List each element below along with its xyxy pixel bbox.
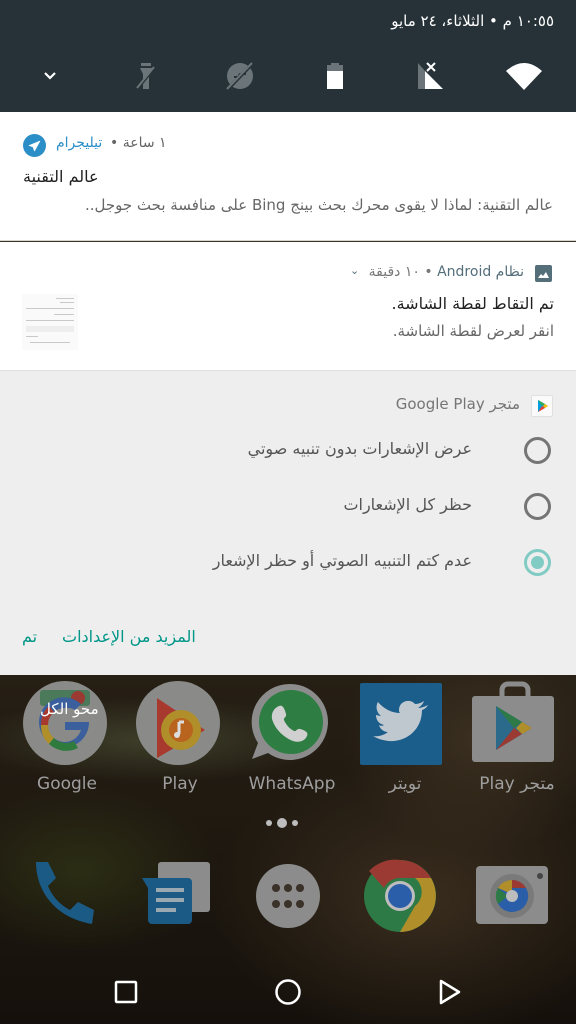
option-label: عرض الإشعارات بدون تنبيه صوتي: [247, 439, 472, 458]
notification-body: عالم التقنية: لماذا لا يقوى محرك بحث بين…: [84, 196, 553, 214]
wifi-icon: [506, 63, 542, 90]
radio-button[interactable]: [524, 437, 551, 464]
page-dot-current: [277, 818, 287, 828]
notification-time: ١ ساعة •: [110, 135, 167, 151]
page-dot: [292, 820, 298, 826]
dock: [0, 856, 576, 936]
more-settings-button[interactable]: المزيد من الإعدادات: [62, 627, 196, 646]
clear-all-button[interactable]: محو الكل: [40, 700, 99, 718]
app-label: تويتر: [388, 774, 422, 794]
app-label: متجر Play: [479, 774, 555, 794]
google-play-store-icon: [531, 395, 553, 417]
back-button[interactable]: [432, 974, 468, 1010]
rotation-off-icon: [225, 61, 255, 92]
notification-time: • ١٠ دقيقة: [368, 264, 433, 280]
app-play-store[interactable]: متجر Play: [452, 676, 562, 816]
app-play-music[interactable]: Play: [115, 676, 225, 816]
notification-header: نظام Android • ١٠ دقيقة: [369, 264, 524, 280]
back-triangle-icon: [439, 979, 461, 1005]
chrome-icon[interactable]: [360, 856, 440, 936]
notification-body: انقر لعرض لقطة الشاشة.: [392, 322, 554, 340]
navigation-bar: [0, 960, 576, 1024]
messages-icon[interactable]: [138, 856, 218, 936]
app-label: Google: [37, 774, 97, 794]
chevron-down-icon: [44, 72, 56, 80]
play-store-icon: [472, 681, 554, 762]
camera-icon[interactable]: [472, 856, 552, 936]
recents-button[interactable]: [108, 974, 144, 1010]
notification-app-name: نظام Android: [437, 264, 524, 280]
phone-icon[interactable]: [28, 856, 108, 936]
flashlight-off-icon: [135, 63, 157, 90]
whatsapp-icon: [251, 683, 328, 760]
app-label: WhatsApp: [248, 774, 336, 794]
telegram-icon: [23, 134, 46, 157]
date-time: ١٠:٥٥ م • الثلاثاء، ٢٤ مايو: [391, 12, 554, 30]
home-app-row: Google Play WhatsApp تويتر متجر Play: [0, 676, 576, 816]
play-music-icon: [136, 681, 220, 765]
notification-title: تم التقاط لقطة الشاشة.: [391, 294, 554, 313]
notification-screenshot[interactable]: نظام Android • ١٠ دقيقة ⌄ تم التقاط لقطة…: [0, 242, 576, 370]
option-dont-silence-or-block[interactable]: عدم كتم التنبيه الصوتي أو حظر الإشعار: [24, 543, 554, 583]
page-dot: [266, 820, 272, 826]
home-button[interactable]: [270, 974, 306, 1010]
quick-settings-header: ١٠:٥٥ م • الثلاثاء، ٢٤ مايو: [0, 0, 576, 112]
app-label: Play: [162, 774, 198, 794]
page-indicator: [266, 818, 298, 828]
circle-icon: [275, 979, 301, 1005]
square-icon: [114, 980, 138, 1004]
battery-icon: [327, 63, 343, 89]
option-block-all[interactable]: حظر كل الإشعارات: [24, 487, 554, 527]
flashlight-toggle[interactable]: [126, 54, 166, 98]
notification-blocking-panel: متجر Google Play عرض الإشعارات بدون تنبي…: [0, 370, 576, 675]
app-drawer-icon[interactable]: [248, 856, 328, 936]
google-icon: [23, 681, 107, 765]
expand-quick-settings-button[interactable]: [30, 54, 70, 98]
notification-title: عالم التقنية: [23, 167, 99, 186]
option-show-silently[interactable]: عرض الإشعارات بدون تنبيه صوتي: [24, 431, 554, 471]
screenshot-thumbnail[interactable]: [22, 294, 78, 350]
battery-tile[interactable]: [315, 54, 355, 98]
signal-no-sim-icon: [418, 62, 443, 89]
option-label: حظر كل الإشعارات: [343, 495, 472, 514]
notification-telegram[interactable]: تيليجرام ١ ساعة • عالم التقنية عالم التق…: [0, 112, 576, 241]
image-icon: [535, 265, 552, 282]
notification-app-name: تيليجرام: [56, 135, 103, 151]
option-label: عدم كتم التنبيه الصوتي أو حظر الإشعار: [212, 551, 472, 570]
expand-chevron-icon[interactable]: ⌄: [350, 264, 359, 277]
app-whatsapp[interactable]: WhatsApp: [227, 676, 337, 816]
radio-button[interactable]: [524, 493, 551, 520]
mobile-data-tile[interactable]: [410, 54, 450, 98]
wifi-tile[interactable]: [504, 54, 544, 98]
app-google[interactable]: Google: [2, 676, 112, 816]
twitter-icon: [360, 683, 442, 765]
app-twitter[interactable]: تويتر: [340, 676, 450, 816]
radio-button-selected[interactable]: [524, 549, 551, 576]
auto-rotate-toggle[interactable]: [220, 54, 260, 98]
done-button[interactable]: تم: [22, 627, 37, 646]
settings-app-name: متجر Google Play: [395, 395, 520, 413]
quick-settings-row: [0, 54, 576, 98]
